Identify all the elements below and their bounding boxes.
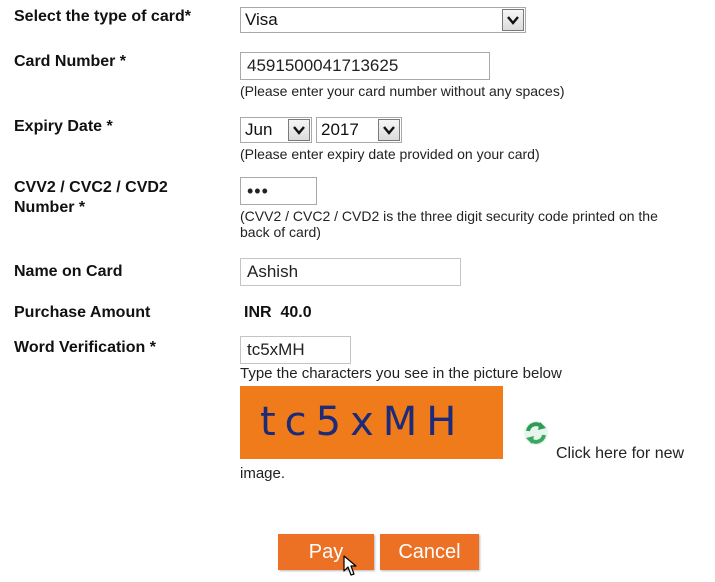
cvv-input[interactable]: •••	[240, 177, 317, 205]
card-number-label: Card Number *	[14, 53, 127, 70]
word-verification-instruction: Type the characters you see in the pictu…	[240, 365, 562, 382]
card-number-hint: (Please enter your card number without a…	[240, 83, 565, 99]
refresh-icon[interactable]	[522, 419, 550, 447]
new-image-link-continued[interactable]: image.	[240, 465, 285, 483]
chevron-down-icon[interactable]	[288, 119, 310, 141]
mouse-pointer-icon	[343, 555, 359, 577]
expiry-month-select[interactable]: Jun	[240, 117, 312, 143]
name-on-card-input[interactable]: Ashish	[240, 258, 461, 286]
card-number-input[interactable]: 4591500041713625	[240, 52, 490, 80]
card-type-label: Select the type of card*	[14, 8, 191, 25]
purchase-currency: INR	[244, 304, 272, 321]
pay-button[interactable]: Pay	[278, 534, 374, 570]
expiry-date-hint: (Please enter expiry date provided on yo…	[240, 146, 540, 162]
cancel-button[interactable]: Cancel	[380, 534, 479, 570]
expiry-date-label: Expiry Date *	[14, 118, 113, 135]
purchase-amount-label: Purchase Amount	[14, 304, 151, 321]
chevron-down-icon[interactable]	[502, 9, 524, 31]
cvv-label-line1: CVV2 / CVC2 / CVD2	[14, 179, 168, 196]
card-type-selected-value: Visa	[245, 10, 278, 29]
word-verification-label: Word Verification *	[14, 339, 156, 356]
expiry-year-value: 2017	[321, 120, 359, 139]
captcha-text: tc5xMH	[260, 399, 466, 445]
captcha-image: tc5xMH	[240, 386, 503, 459]
expiry-month-value: Jun	[245, 120, 273, 139]
purchase-amount-value: INR 40.0	[244, 303, 312, 322]
word-verification-input[interactable]: tc5xMH	[240, 336, 351, 364]
purchase-amount: 40.0	[280, 304, 312, 321]
chevron-down-icon[interactable]	[378, 119, 400, 141]
new-image-link[interactable]: Click here for new	[556, 445, 684, 463]
card-type-select[interactable]: Visa	[240, 7, 526, 33]
expiry-year-select[interactable]: 2017	[316, 117, 402, 143]
cvv-hint-line2: back of card)	[240, 224, 321, 240]
cvv-label-line2: Number *	[14, 199, 86, 216]
cvv-hint-line1: (CVV2 / CVC2 / CVD2 is the three digit s…	[240, 208, 658, 224]
name-on-card-label: Name on Card	[14, 263, 123, 280]
